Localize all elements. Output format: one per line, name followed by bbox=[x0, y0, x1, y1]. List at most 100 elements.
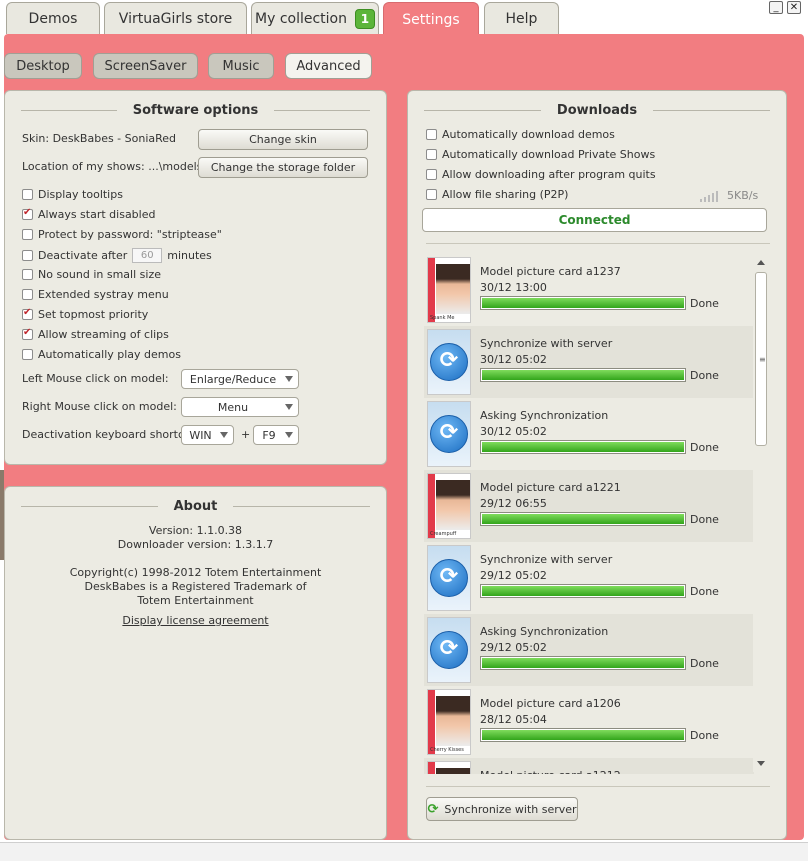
download-item[interactable]: ⟳ Synchronize with server 29/12 05:02 Done bbox=[424, 542, 754, 614]
tab-demos[interactable]: Demos bbox=[6, 2, 100, 34]
download-title: Synchronize with server bbox=[480, 553, 613, 566]
tab-my-collection[interactable]: My collection 1 bbox=[251, 2, 379, 34]
grip-icon: ≡ bbox=[759, 355, 766, 364]
minimize-button[interactable]: _ bbox=[769, 1, 783, 14]
deactivate-after-checkbox[interactable] bbox=[22, 250, 33, 261]
option-label: Automatically download demos bbox=[442, 128, 615, 141]
left-mouse-label: Left Mouse click on model: bbox=[22, 372, 169, 385]
option-file-sharing[interactable]: Allow file sharing (P2P) bbox=[426, 188, 568, 201]
option-label: Automatically download Private Shows bbox=[442, 148, 656, 161]
tab-help[interactable]: Help bbox=[484, 2, 559, 34]
option-display-tooltips[interactable]: Display tooltips bbox=[22, 188, 123, 201]
download-item[interactable]: Cherry Kisses Model picture card a1206 28/… bbox=[424, 686, 754, 758]
option-always-start-disabled[interactable]: Always start disabled bbox=[22, 207, 156, 221]
no-sound-checkbox[interactable] bbox=[22, 269, 33, 280]
model-thumbnail: Creampuff bbox=[427, 473, 471, 539]
download-progress-fill bbox=[482, 586, 684, 596]
auto-download-private-checkbox[interactable] bbox=[426, 149, 437, 160]
option-auto-download-private[interactable]: Automatically download Private Shows bbox=[426, 148, 655, 161]
divider bbox=[426, 786, 770, 787]
collection-count-badge: 1 bbox=[354, 8, 375, 29]
option-extended-systray[interactable]: Extended systray menu bbox=[22, 288, 169, 301]
synchronize-server-label: Synchronize with server bbox=[444, 802, 577, 816]
download-list-scrollbar[interactable]: ≡ bbox=[753, 254, 769, 772]
download-progress-bar bbox=[480, 656, 686, 670]
right-mouse-value: Menu bbox=[217, 400, 249, 414]
option-label: Always start disabled bbox=[38, 208, 156, 221]
software-options-title: Software options bbox=[5, 101, 386, 119]
connection-status: Connected bbox=[422, 208, 767, 232]
subtab-music-label: Music bbox=[222, 58, 260, 74]
scroll-up-icon[interactable] bbox=[757, 260, 765, 265]
thumbnail-caption: Spank Me bbox=[430, 315, 455, 321]
minutes-suffix: minutes bbox=[167, 249, 212, 262]
sync-icon: ⟳ bbox=[427, 329, 471, 395]
scroll-down-icon[interactable] bbox=[757, 761, 765, 766]
download-status: Done bbox=[690, 585, 719, 598]
signal-strength-icon bbox=[700, 190, 718, 202]
shortcut-key-select[interactable]: F9 bbox=[253, 425, 299, 445]
tab-virtuagirls-store[interactable]: VirtuaGirls store bbox=[104, 2, 247, 34]
model-thumbnail bbox=[427, 761, 471, 774]
download-item[interactable]: ⟳ Synchronize with server 30/12 05:02 Done bbox=[424, 326, 754, 398]
option-auto-play-demos[interactable]: Automatically play demos bbox=[22, 348, 181, 361]
option-label: Set topmost priority bbox=[38, 308, 149, 321]
option-label: Display tooltips bbox=[38, 188, 123, 201]
download-item[interactable]: Model picture card a1212 bbox=[424, 758, 754, 774]
top-tab-bar: Demos VirtuaGirls store My collection 1 S… bbox=[0, 0, 808, 36]
option-download-after-quit[interactable]: Allow downloading after program quits bbox=[426, 168, 656, 181]
download-date: 30/12 05:02 bbox=[480, 353, 547, 366]
subtab-advanced[interactable]: Advanced bbox=[285, 53, 372, 79]
change-skin-button[interactable]: Change skin bbox=[198, 129, 368, 150]
option-auto-download-demos[interactable]: Automatically download demos bbox=[426, 128, 615, 141]
file-sharing-checkbox[interactable] bbox=[426, 189, 437, 200]
deactivate-minutes-input[interactable]: 60 bbox=[132, 248, 163, 263]
shortcut-plus: + bbox=[241, 428, 251, 441]
shortcut-modifier-select[interactable]: WIN bbox=[181, 425, 234, 445]
streaming-clips-checkbox[interactable] bbox=[22, 327, 33, 340]
option-deactivate-after[interactable]: Deactivate after 60 minutes bbox=[22, 248, 212, 263]
subtab-screensaver[interactable]: ScreenSaver bbox=[93, 53, 198, 79]
download-date: 30/12 05:02 bbox=[480, 425, 547, 438]
left-mouse-select[interactable]: Enlarge/Reduce bbox=[181, 369, 299, 389]
license-agreement-link[interactable]: Display license agreement bbox=[4, 614, 387, 627]
download-item[interactable]: ⟳ Asking Synchronization 29/12 05:02 Done bbox=[424, 614, 754, 686]
refresh-icon: ⟳ bbox=[427, 801, 439, 817]
download-after-quit-checkbox[interactable] bbox=[426, 169, 437, 180]
downloads-title: Downloads bbox=[408, 101, 786, 119]
close-button[interactable]: ✕ bbox=[787, 1, 801, 14]
subtab-desktop[interactable]: Desktop bbox=[4, 53, 82, 79]
change-storage-button[interactable]: Change the storage folder bbox=[198, 157, 368, 178]
download-item[interactable]: ⟳ Asking Synchronization 30/12 05:02 Done bbox=[424, 398, 754, 470]
option-no-sound[interactable]: No sound in small size bbox=[22, 268, 161, 281]
protect-password-checkbox[interactable] bbox=[22, 229, 33, 240]
download-progress-bar bbox=[480, 728, 686, 742]
thumbnail-caption: Creampuff bbox=[430, 531, 457, 537]
scroll-thumb[interactable]: ≡ bbox=[755, 272, 767, 446]
download-progress-bar bbox=[480, 296, 686, 310]
right-mouse-select[interactable]: Menu bbox=[181, 397, 299, 417]
always-start-disabled-checkbox[interactable] bbox=[22, 207, 33, 220]
auto-download-demos-checkbox[interactable] bbox=[426, 129, 437, 140]
display-tooltips-checkbox[interactable] bbox=[22, 189, 33, 200]
copyright-text: Copyright(c) 1998-2012 Totem Entertainme… bbox=[69, 566, 322, 579]
download-item[interactable]: Spank Me Model picture card a1237 30/12 13… bbox=[424, 254, 754, 326]
tab-settings[interactable]: Settings bbox=[383, 2, 479, 36]
download-title: Model picture card a1221 bbox=[480, 481, 621, 494]
download-item[interactable]: Creampuff Model picture card a1221 29/12 0… bbox=[424, 470, 754, 542]
download-progress-fill bbox=[482, 298, 684, 308]
location-label: Location of my shows: ...\models bbox=[22, 160, 203, 173]
auto-play-demos-checkbox[interactable] bbox=[22, 349, 33, 360]
subtab-music[interactable]: Music bbox=[208, 53, 274, 79]
download-progress-fill bbox=[482, 658, 684, 668]
topmost-priority-checkbox[interactable] bbox=[22, 307, 33, 320]
chevron-down-icon bbox=[285, 432, 293, 438]
downloader-version-text: Downloader version: 1.3.1.7 bbox=[117, 538, 274, 551]
option-label: Protect by password: "striptease" bbox=[38, 228, 222, 241]
extended-systray-checkbox[interactable] bbox=[22, 289, 33, 300]
synchronize-server-button[interactable]: ⟳ Synchronize with server bbox=[426, 797, 578, 821]
option-topmost-priority[interactable]: Set topmost priority bbox=[22, 307, 149, 321]
about-title: About bbox=[5, 497, 386, 515]
option-protect-password[interactable]: Protect by password: "striptease" bbox=[22, 228, 222, 241]
option-streaming-clips[interactable]: Allow streaming of clips bbox=[22, 327, 169, 341]
